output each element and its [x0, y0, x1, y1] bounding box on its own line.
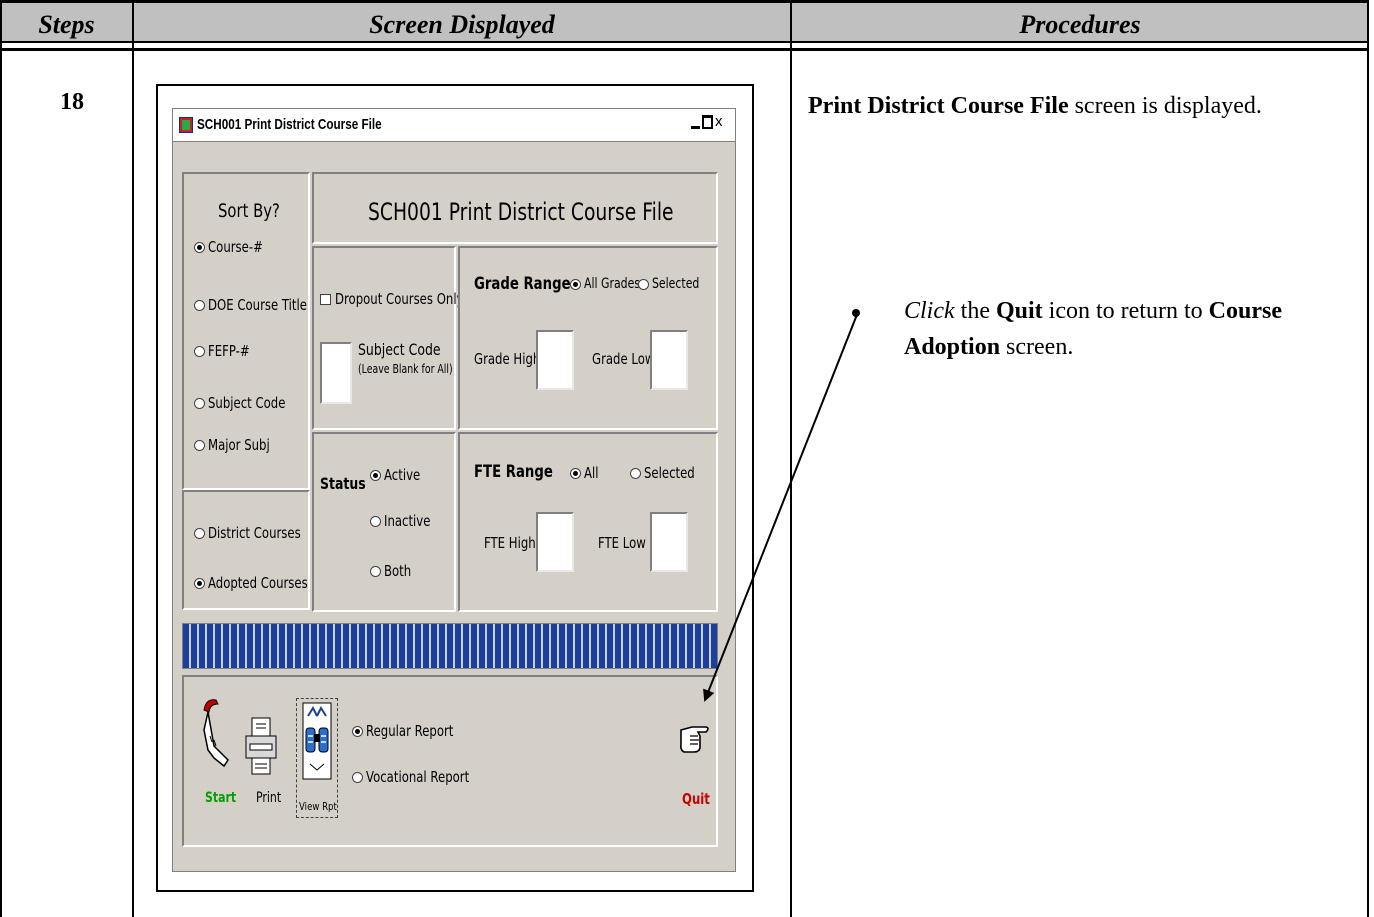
radio-icon [638, 278, 649, 290]
radio-icon [370, 565, 381, 577]
checkbox-icon [320, 293, 331, 305]
quit-button[interactable]: Quit [682, 790, 718, 808]
window-controls: x [691, 114, 722, 133]
grade-high-input[interactable] [536, 330, 574, 390]
radio-selected-icon [352, 725, 363, 737]
course-type-district[interactable]: District Courses [194, 524, 327, 542]
window-titlebar[interactable]: SCH001 Print District Course File x [173, 109, 735, 142]
start-button[interactable]: Start [205, 790, 245, 806]
printer-icon[interactable] [244, 716, 278, 780]
progress-bar [182, 623, 718, 669]
grade-low-input[interactable] [650, 330, 688, 390]
radio-icon [194, 299, 205, 311]
instruction-action: Click [904, 298, 955, 324]
screen-name: Print District Course File [808, 93, 1069, 119]
header-screen-displayed: Screen Displayed [369, 10, 555, 39]
grade-range-selected[interactable]: Selected [638, 276, 713, 292]
sort-option-fefp-number[interactable]: FEFP-# [194, 342, 261, 360]
table-border-left [0, 0, 2, 917]
table-divider-steps [132, 0, 134, 917]
step-number: 18 [60, 89, 84, 115]
instruction-icon-name: Quit [995, 298, 1043, 324]
radio-icon [352, 771, 363, 783]
screen-suffix: screen is displayed. [1068, 93, 1262, 119]
instruction-end: screen. [1000, 334, 1074, 360]
table-divider-screen [790, 0, 792, 917]
radio-icon [194, 397, 205, 409]
radio-icon [630, 467, 641, 479]
sort-option-major-subj[interactable]: Major Subj [194, 436, 287, 454]
pointing-hand-icon[interactable] [678, 722, 714, 756]
status-active[interactable]: Active [370, 466, 430, 484]
view-report-button[interactable]: View Rpt [299, 800, 348, 813]
window-heading: SCH001 Print District Course File [368, 198, 674, 226]
maximize-icon[interactable] [702, 115, 713, 129]
table-border-right [1367, 0, 1369, 917]
minimize-icon[interactable] [691, 115, 700, 129]
radio-icon [194, 527, 205, 539]
table-header-underline [0, 48, 1369, 51]
sort-option-course-number[interactable]: Course-# [194, 238, 278, 256]
sort-option-subject-code[interactable]: Subject Code [194, 394, 307, 412]
start-icon[interactable] [198, 696, 234, 772]
sort-by-label: Sort By? [218, 200, 280, 222]
fte-range-label: FTE Range [474, 462, 553, 482]
radio-selected-icon [194, 577, 205, 589]
radio-selected-icon [570, 467, 581, 479]
radio-icon [370, 515, 381, 527]
window-title: SCH001 Print District Course File [197, 116, 382, 133]
instruction-the: the [954, 298, 996, 324]
header-procedures: Procedures [1019, 10, 1141, 39]
course-type-panel [182, 490, 310, 610]
binoculars-icon[interactable] [300, 702, 334, 784]
bullet-icon [852, 309, 860, 317]
print-button[interactable]: Print [256, 790, 288, 806]
status-both[interactable]: Both [370, 562, 419, 580]
subject-code-input[interactable] [320, 342, 352, 404]
fte-low-input[interactable] [650, 512, 688, 572]
fte-range-selected[interactable]: Selected [630, 464, 709, 482]
report-type-regular[interactable]: Regular Report [352, 722, 478, 740]
radio-selected-icon [194, 241, 205, 253]
radio-icon [194, 439, 205, 451]
radio-icon [194, 345, 205, 357]
procedure-description: Print District Course File screen is dis… [808, 88, 1328, 124]
report-type-vocational[interactable]: Vocational Report [352, 768, 498, 786]
radio-selected-icon [370, 469, 381, 481]
header-steps: Steps [38, 10, 95, 39]
procedure-instruction: Click the Quit icon to return to Course … [904, 293, 1334, 365]
fte-high-input[interactable] [536, 512, 574, 572]
app-icon [179, 117, 193, 133]
radio-selected-icon [570, 278, 581, 290]
status-inactive[interactable]: Inactive [370, 512, 444, 530]
fte-range-all[interactable]: All [570, 464, 603, 482]
subject-code-label: Subject Code [358, 340, 441, 359]
instruction-mid: icon to return to [1042, 298, 1209, 324]
close-icon[interactable]: x [715, 114, 722, 129]
